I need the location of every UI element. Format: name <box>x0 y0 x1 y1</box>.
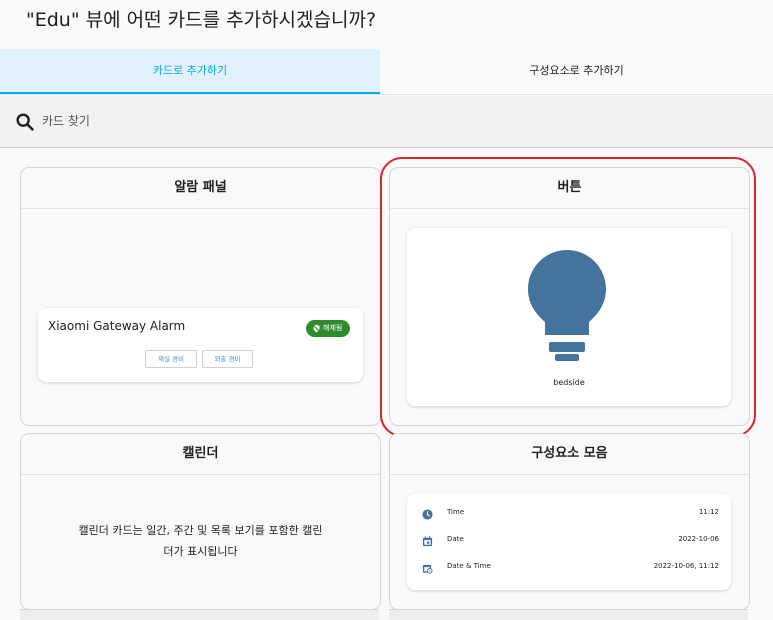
entity-label: Time <box>447 508 465 516</box>
calendar-clock-icon <box>422 564 433 574</box>
arm-away-button[interactable]: 외출 경비 <box>202 350 253 368</box>
search-icon <box>16 113 34 131</box>
button-entity-name: bedside <box>553 378 585 387</box>
card-button[interactable]: 버튼 bedside <box>389 167 750 426</box>
entity-row: Date 2022-10-06 <box>407 531 731 551</box>
search-input[interactable] <box>42 109 442 133</box>
clock-icon <box>422 509 433 520</box>
tab-add-by-entity[interactable]: 구성요소로 추가하기 <box>380 49 773 94</box>
calendar-description-line: 더가 표시됩니다 <box>163 545 238 558</box>
dialog-title: "Edu" 뷰에 어떤 카드를 추가하시겠습니까? <box>26 9 377 31</box>
calendar-icon <box>422 536 433 547</box>
shield-off-icon <box>313 324 320 332</box>
entity-row: Time 11:12 <box>407 504 731 524</box>
entity-label: Date <box>447 535 464 543</box>
calendar-description: 캘린더 카드는 일간, 주간 및 목록 보기를 포함한 캘린 더가 표시됩니다 <box>49 520 352 562</box>
card-title: 구성요소 모음 <box>390 434 749 475</box>
entity-value: 11:12 <box>698 508 719 516</box>
alarm-entity-name: Xiaomi Gateway Alarm <box>48 319 186 333</box>
button-card-preview: bedside <box>407 228 731 406</box>
entity-label: Date & Time <box>447 562 491 570</box>
card-title: 알람 패널 <box>21 168 380 209</box>
card-alarm-panel[interactable]: 알람 패널 Xiaomi Gateway Alarm 해제됨 재실 경비 외출 … <box>20 167 381 426</box>
tab-bar: 카드로 추가하기 구성요소로 추가하기 <box>0 49 773 95</box>
card-title: 캘린더 <box>21 434 380 475</box>
card-calendar[interactable]: 캘린더 캘린더 카드는 일간, 주간 및 목록 보기를 포함한 캘린 더가 표시… <box>20 433 381 610</box>
entity-value: 2022-10-06, 11:12 <box>653 562 719 570</box>
card-title: 버튼 <box>390 168 749 209</box>
calendar-description-line: 캘린더 카드는 일간, 주간 및 목록 보기를 포함한 캘린 <box>78 524 323 537</box>
entity-row: Date & Time 2022-10-06, 11:12 <box>407 558 731 578</box>
arm-home-button[interactable]: 재실 경비 <box>145 350 197 368</box>
status-badge: 해제됨 <box>306 320 351 337</box>
status-badge-label: 해제됨 <box>323 324 343 332</box>
alarm-panel-preview: Xiaomi Gateway Alarm 해제됨 재실 경비 외출 경비 <box>38 308 363 382</box>
entity-value: 2022-10-06 <box>678 535 719 543</box>
search-bar <box>0 96 773 148</box>
tab-add-by-card[interactable]: 카드로 추가하기 <box>0 49 380 94</box>
entities-preview: Time 11:12 Date 2022-10-06 Date & Time 2… <box>407 494 731 590</box>
card-entities[interactable]: 구성요소 모음 Time 11:12 Date 2022-10-06 Date … <box>389 433 750 610</box>
lightbulb-icon <box>528 250 606 361</box>
